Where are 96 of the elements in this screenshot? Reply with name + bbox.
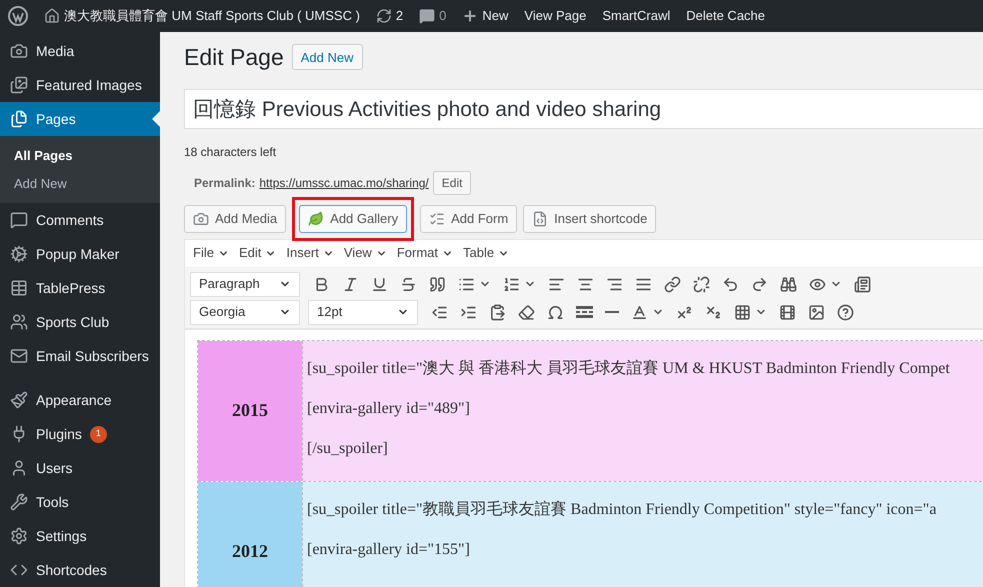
permalink-url[interactable]: https://umssc.umac.mo/sharing/ xyxy=(259,174,429,192)
select-field[interactable]: Georgia xyxy=(190,300,300,324)
menu-button[interactable]: Table xyxy=(463,243,510,263)
underline-icon xyxy=(371,276,388,292)
select-field[interactable]: 12pt xyxy=(308,300,418,324)
film-icon xyxy=(779,304,796,320)
count-badge: 1 xyxy=(90,426,107,442)
admin-bar-link[interactable]: View Page xyxy=(524,6,586,26)
media-icon xyxy=(193,210,209,226)
shortcode-line: [su_spoiler title="教職員羽毛球友誼賽 Badminton Friendly Competition" style="fancy" icon="a xyxy=(307,500,938,520)
comment-icon xyxy=(419,8,436,24)
menu-button[interactable]: Format xyxy=(396,243,453,263)
title-input[interactable]: 回憶錄 Previous Activities photo and video sharing xyxy=(184,88,983,128)
sidebar-item[interactable]: Email Subscribers xyxy=(0,339,160,373)
subscript-icon xyxy=(705,304,722,320)
pages-icon xyxy=(10,110,28,128)
plus-icon xyxy=(462,8,478,24)
comment-icon xyxy=(10,211,28,229)
table-icon xyxy=(734,304,751,320)
sidebar-item[interactable]: Pages xyxy=(0,102,160,136)
comments-link[interactable]: 0 xyxy=(419,6,446,26)
undo-icon xyxy=(722,276,739,292)
help-icon xyxy=(837,304,854,320)
select-field[interactable]: Paragraph xyxy=(190,272,300,296)
gear-icon xyxy=(10,245,28,263)
admin-bar-link[interactable]: Delete Cache xyxy=(686,6,766,26)
mail-icon xyxy=(10,347,28,365)
year-cell: 2015 xyxy=(198,340,302,480)
settings-icon xyxy=(10,527,28,545)
permalink-label: Permalink: xyxy=(194,174,256,192)
sidebar-item[interactable]: Popup Maker xyxy=(0,237,160,271)
sidebar-item[interactable]: Comments xyxy=(0,203,160,237)
page-heading: Edit Page xyxy=(184,43,284,72)
table-icon xyxy=(10,279,28,297)
horizontal-line-icon xyxy=(605,311,619,313)
image-icon xyxy=(808,304,825,320)
quote-icon xyxy=(429,276,446,292)
year-cell: 2012 xyxy=(198,482,302,587)
submenu-item[interactable]: All Pages xyxy=(0,142,160,170)
site-link[interactable]: 澳大教職員體育會 UM Staff Sports Club ( UMSSC ) xyxy=(44,6,360,26)
shortcode-line: [/su_spoiler] xyxy=(307,438,389,458)
leaf-icon xyxy=(308,210,324,226)
sidebar-item[interactable]: Appearance xyxy=(0,383,160,417)
media-button[interactable]: Insert shortcode xyxy=(523,204,656,232)
media-button[interactable]: Add Form xyxy=(420,204,518,232)
paste-icon xyxy=(489,304,506,320)
menu-button[interactable]: View xyxy=(344,243,387,263)
redo-icon xyxy=(751,276,768,292)
unlink-icon xyxy=(693,276,710,292)
sidebar-item[interactable]: Shortcodes xyxy=(0,553,160,587)
sidebar-item[interactable]: Plugins 1 xyxy=(0,417,160,451)
sidebar-item[interactable]: TablePress xyxy=(0,271,160,305)
shortcode-icon xyxy=(532,210,548,226)
numbered-list-icon xyxy=(503,276,520,292)
paintbrush-icon xyxy=(10,391,28,409)
eraser-icon xyxy=(518,304,535,320)
people-icon xyxy=(10,313,28,331)
sidebar-item[interactable]: Users xyxy=(0,451,160,485)
superscript-icon xyxy=(676,304,693,320)
refresh-icon xyxy=(376,8,392,24)
home-icon xyxy=(44,8,60,24)
form-icon xyxy=(429,210,446,226)
page-break-icon xyxy=(576,306,593,318)
sidebar-item[interactable]: Settings xyxy=(0,519,160,553)
media-button[interactable]: Add Gallery xyxy=(299,204,408,232)
shortcode-line: [su_spoiler title="澳大 與 香港科大 員羽毛球友誼賽 UM & HKUST Badminton Friendly Compet xyxy=(307,358,951,378)
character-count: 18 characters left xyxy=(184,144,278,160)
media-icon xyxy=(10,42,28,60)
strikethrough-icon xyxy=(400,276,417,292)
shortcode-line: [envira-gallery id="155"] xyxy=(307,540,471,560)
menu-button[interactable]: File xyxy=(193,243,229,263)
submenu-item[interactable]: Add New xyxy=(0,170,160,197)
sidebar-item[interactable]: Featured Images xyxy=(0,68,160,102)
sidebar-item[interactable]: Tools xyxy=(0,485,160,519)
wrench-icon xyxy=(10,493,28,511)
menu-button[interactable]: Insert xyxy=(286,243,334,263)
newspaper-icon xyxy=(854,276,871,292)
add-new-button[interactable]: Add New xyxy=(292,44,362,70)
new-link[interactable]: New xyxy=(462,6,508,26)
media-button[interactable]: Add Media xyxy=(184,204,286,232)
edit-permalink-button[interactable]: Edit xyxy=(432,170,472,194)
menu-button[interactable]: Edit xyxy=(238,243,276,263)
images-icon xyxy=(10,76,28,94)
link-icon xyxy=(664,276,681,292)
admin-bar-link[interactable]: SmartCrawl xyxy=(602,6,670,26)
updates-link[interactable]: 2 xyxy=(376,6,404,26)
shortcode-line: [envira-gallery id="489"] xyxy=(307,398,471,418)
omega-icon xyxy=(547,304,564,320)
pointer-arrow-icon xyxy=(152,111,160,127)
sidebar-item[interactable]: Sports Club xyxy=(0,305,160,339)
logo-icon xyxy=(8,6,28,26)
user-icon xyxy=(10,459,28,477)
text-color-icon xyxy=(631,304,648,320)
binoculars-icon xyxy=(780,276,797,292)
sidebar-item[interactable]: Media xyxy=(0,34,160,68)
italic-icon xyxy=(342,276,359,292)
